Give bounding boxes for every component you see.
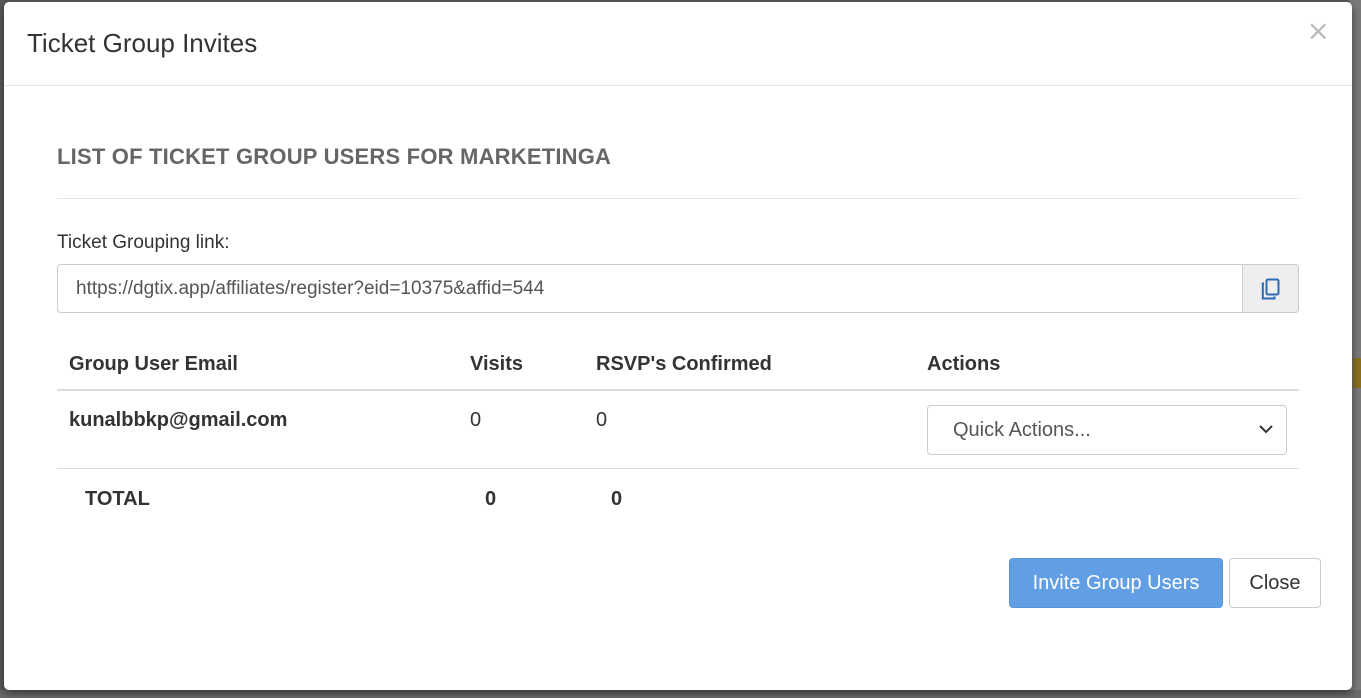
section-title: LIST OF TICKET GROUP USERS FOR MARKETING… <box>57 144 612 169</box>
total-rsvps: 0 <box>611 488 623 510</box>
row-rsvps: 0 <box>596 409 608 431</box>
ticket-group-invites-modal: Ticket Group Invites × LIST OF TICKET GR… <box>4 2 1352 690</box>
link-label: Ticket Grouping link: <box>57 232 230 253</box>
row-visits: 0 <box>470 409 482 431</box>
divider <box>57 198 1299 199</box>
backdrop-bottom <box>0 690 1361 698</box>
quick-actions-label: Quick Actions... <box>953 419 1091 441</box>
table-header-divider <box>57 389 1299 391</box>
header-actions: Actions <box>927 353 1001 375</box>
copy-icon <box>1261 278 1279 299</box>
close-icon[interactable]: × <box>1307 16 1330 46</box>
row-email: kunalbbkp@gmail.com <box>69 409 288 431</box>
header-visits: Visits <box>470 353 523 375</box>
table-row-divider <box>57 468 1299 469</box>
total-visits: 0 <box>485 488 497 510</box>
header-rsvps: RSVP's Confirmed <box>596 353 772 375</box>
chevron-down-icon <box>1259 425 1273 434</box>
quick-actions-select[interactable]: Quick Actions... <box>927 405 1287 455</box>
modal-title: Ticket Group Invites <box>27 28 258 58</box>
header-email: Group User Email <box>69 353 238 375</box>
invite-group-users-button[interactable]: Invite Group Users <box>1009 558 1223 608</box>
close-button[interactable]: Close <box>1229 558 1321 608</box>
copy-link-button[interactable] <box>1242 264 1299 313</box>
backdrop-accent <box>1353 358 1361 388</box>
modal-header: Ticket Group Invites × <box>4 2 1352 86</box>
ticket-grouping-link-input[interactable]: https://dgtix.app/affiliates/register?ei… <box>57 264 1243 313</box>
total-label: TOTAL <box>85 488 150 510</box>
